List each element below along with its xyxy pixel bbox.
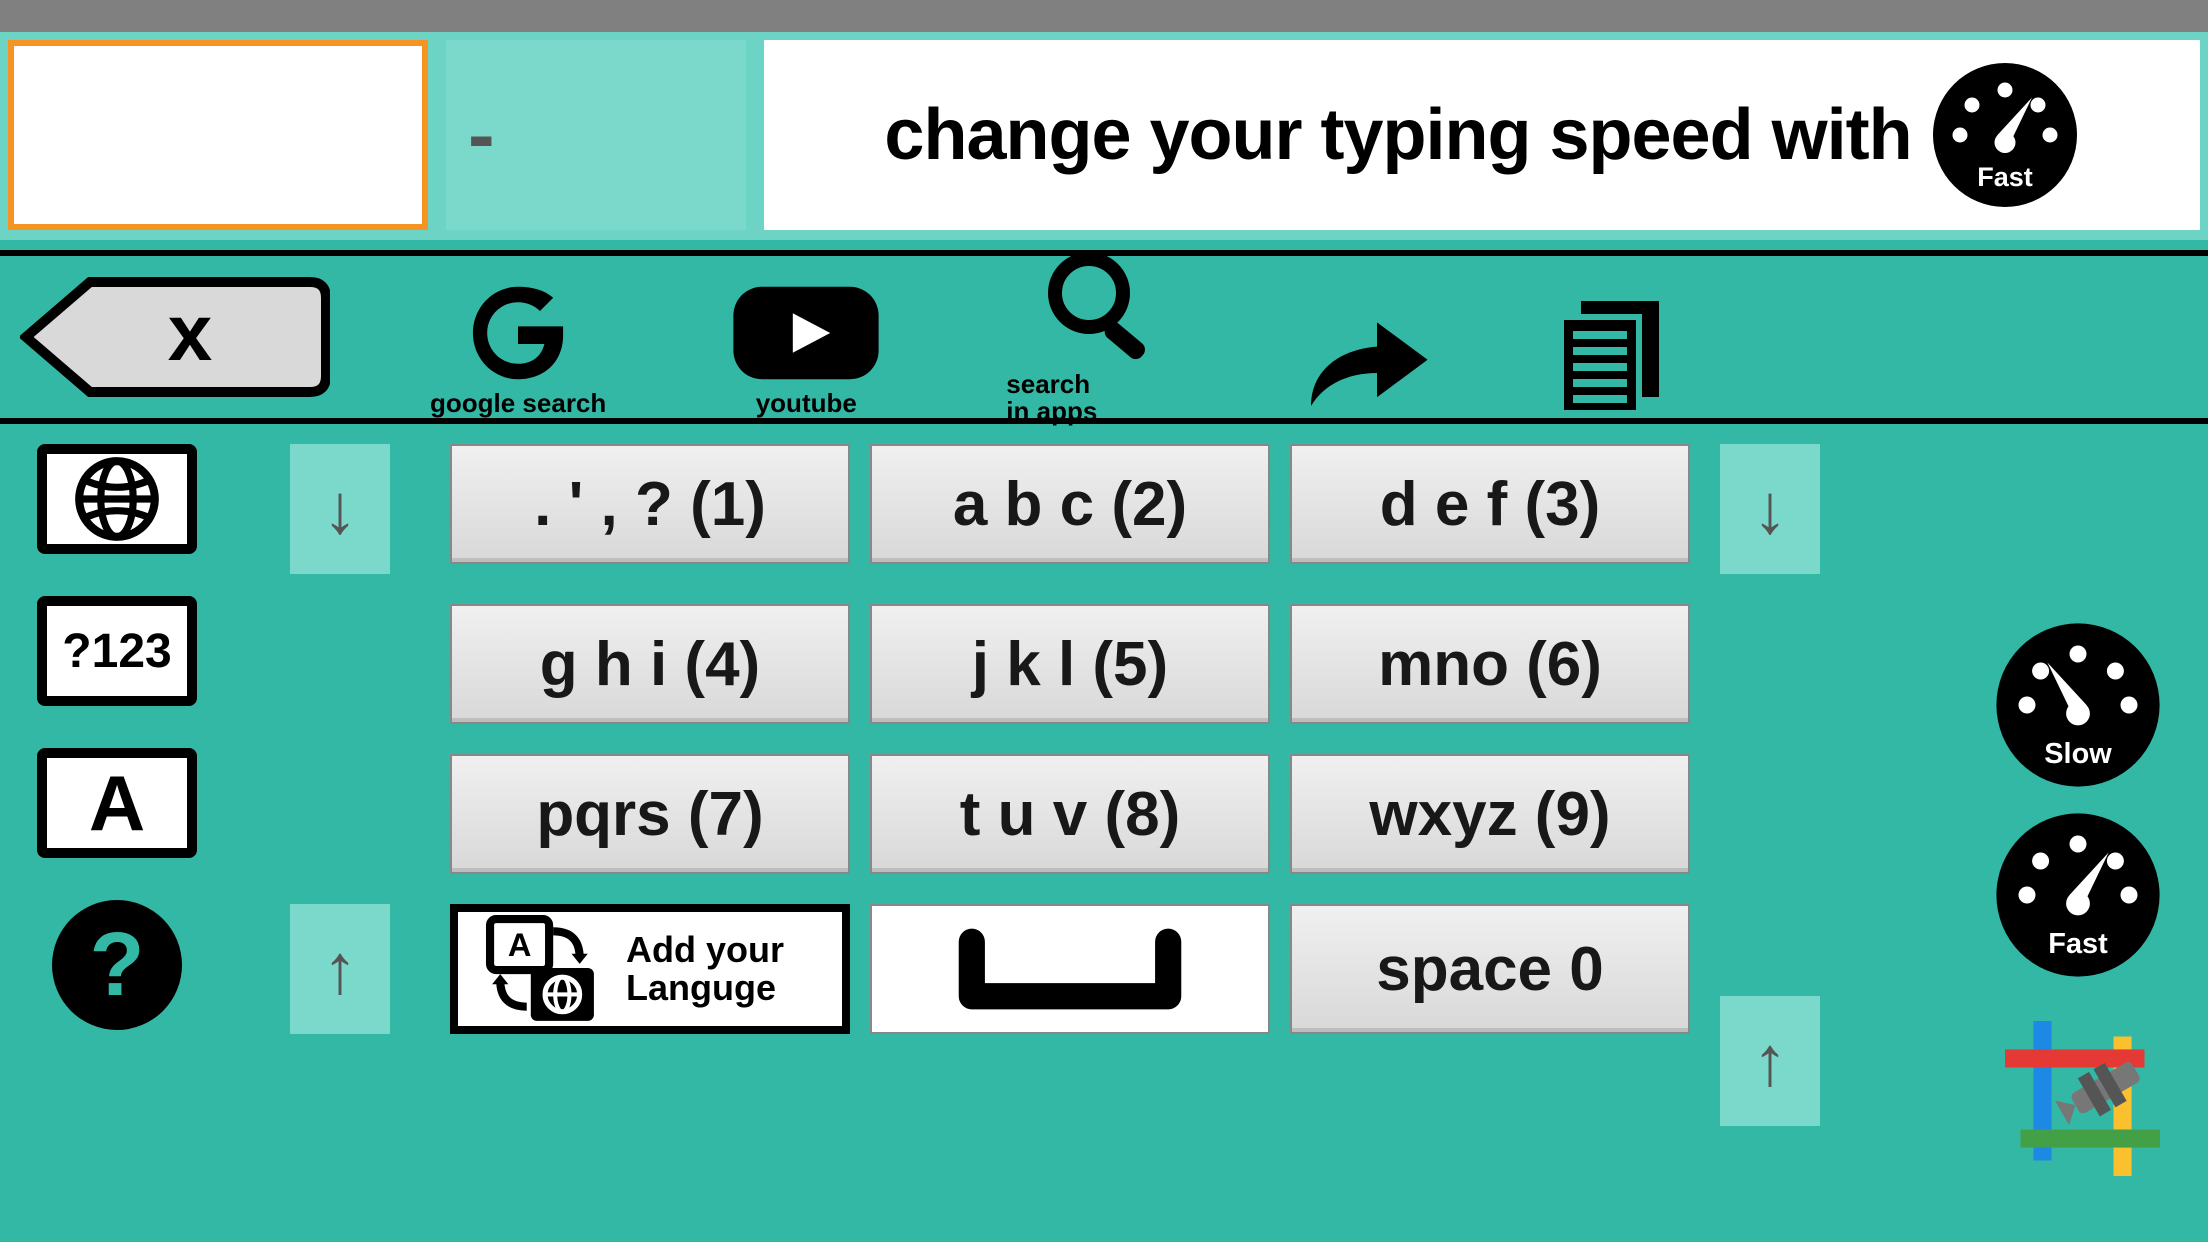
globe-icon [72, 454, 162, 544]
svg-text:A: A [508, 927, 532, 963]
key-9[interactable]: wxyz (9) [1290, 754, 1690, 874]
share-button[interactable] [1296, 257, 1436, 417]
scroll-down-left-button[interactable]: ↓ [290, 444, 390, 574]
add-language-button[interactable]: A Add your Languge [450, 904, 850, 1034]
arrow-up-icon: ↑ [323, 929, 358, 1009]
key-7[interactable]: pqrs (7) [450, 754, 850, 874]
key-4[interactable]: g h i (4) [450, 604, 850, 724]
toolbar: x google search youtube search in apps [0, 250, 2208, 424]
arrow-down-icon: ↓ [1753, 469, 1788, 549]
key-8[interactable]: t u v (8) [870, 754, 1270, 874]
app-root: - change your typing speed with Fast [0, 0, 2208, 1242]
add-language-label: Add your Languge [626, 931, 784, 1007]
svg-text:Fast: Fast [2048, 928, 2108, 960]
key-4-label: g h i (4) [540, 629, 760, 700]
gauge-fast-icon: Fast [1993, 810, 2163, 980]
numeric-mode-button[interactable]: ?123 [37, 596, 197, 706]
copy-document-icon [1536, 297, 1686, 417]
key-0-label: space 0 [1376, 934, 1604, 1005]
status-bar [0, 0, 2208, 32]
arrow-down-icon: ↓ [323, 469, 358, 549]
help-button[interactable]: ? [52, 900, 182, 1030]
text-input-main[interactable] [8, 40, 428, 230]
key-9-label: wxyz (9) [1369, 779, 1610, 850]
scroll-up-right-button[interactable]: ↑ [1720, 996, 1820, 1126]
fast-gauge-button[interactable]: Fast [1993, 810, 2163, 980]
hint-text: change your typing speed with [884, 94, 1911, 176]
key-7-label: pqrs (7) [536, 779, 763, 850]
magnifier-icon [1006, 249, 1196, 369]
speed-gauges: Slow Fast [1988, 620, 2168, 980]
google-search-button[interactable]: google search [430, 257, 606, 417]
search-in-apps-label: search in apps [1006, 371, 1097, 426]
text-input-secondary[interactable]: - [446, 40, 746, 230]
caps-label: A [89, 758, 145, 849]
backspace-button[interactable]: x [20, 272, 330, 402]
help-label: ? [90, 914, 145, 1017]
copy-button[interactable] [1536, 257, 1686, 417]
numeric-mode-label: ?123 [62, 624, 171, 679]
crop-frame-button[interactable] [2005, 1021, 2160, 1176]
gauge-slow-icon: Slow [1993, 620, 2163, 790]
slow-gauge-button[interactable]: Slow [1993, 620, 2163, 790]
key-5-label: j k l (5) [972, 629, 1168, 700]
key-6-label: mno (6) [1378, 629, 1602, 700]
scroll-up-left-button[interactable]: ↑ [290, 904, 390, 1034]
arrow-up-icon: ↑ [1753, 1021, 1788, 1101]
key-8-label: t u v (8) [960, 779, 1180, 850]
spacebar-icon [920, 909, 1220, 1029]
hint-banner: change your typing speed with Fast [764, 40, 2200, 230]
youtube-icon [706, 278, 906, 388]
key-1[interactable]: . ' , ? (1) [450, 444, 850, 564]
key-2[interactable]: a b c (2) [870, 444, 1270, 564]
crop-frame-icon [2005, 1021, 2160, 1176]
secondary-input-value: - [468, 95, 495, 175]
scroll-down-right-button[interactable]: ↓ [1720, 444, 1820, 574]
language-globe-button[interactable] [37, 444, 197, 554]
keypad: ↓ . ' , ? (1) a b c (2) d e f (3) g h i … [290, 444, 1690, 1034]
key-6[interactable]: mno (6) [1290, 604, 1690, 724]
key-5[interactable]: j k l (5) [870, 604, 1270, 724]
search-in-apps-button[interactable]: search in apps [1006, 249, 1196, 426]
left-sidebar: ?123 A ? [32, 444, 202, 1030]
gauge-fast-label: Fast [1977, 162, 2033, 192]
youtube-button[interactable]: youtube [706, 257, 906, 417]
key-2-label: a b c (2) [953, 469, 1187, 540]
key-1-label: . ' , ? (1) [534, 469, 766, 540]
space-key-large[interactable] [870, 904, 1270, 1034]
svg-text:Slow: Slow [2044, 738, 2112, 770]
key-3[interactable]: d e f (3) [1290, 444, 1690, 564]
svg-text:x: x [168, 288, 213, 377]
key-3-label: d e f (3) [1380, 469, 1600, 540]
youtube-label: youtube [756, 390, 857, 417]
gauge-fast-icon: Fast [1930, 60, 2080, 210]
google-icon [433, 278, 603, 388]
header-row: - change your typing speed with Fast [0, 32, 2208, 240]
google-search-label: google search [430, 390, 606, 417]
key-0[interactable]: space 0 [1290, 904, 1690, 1034]
share-arrow-icon [1296, 307, 1436, 417]
translate-icon: A [468, 913, 618, 1025]
caps-button[interactable]: A [37, 748, 197, 858]
